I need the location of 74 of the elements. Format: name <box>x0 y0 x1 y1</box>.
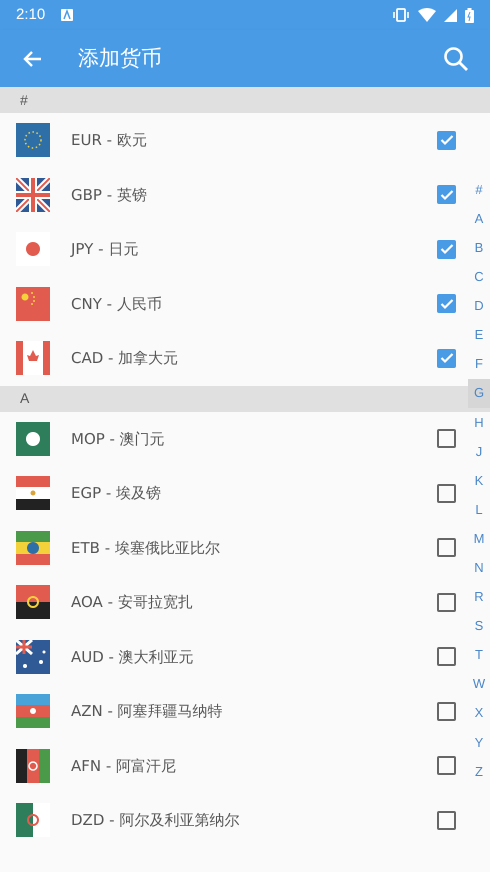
flag-icon <box>16 422 50 456</box>
index-letter[interactable]: K <box>468 466 490 496</box>
index-letter[interactable]: B <box>468 233 490 262</box>
flag-icon <box>16 640 50 674</box>
checkbox[interactable] <box>437 484 456 503</box>
index-letter[interactable]: X <box>468 698 490 728</box>
notification-icon <box>61 9 74 21</box>
index-letter[interactable]: H <box>468 408 490 437</box>
signal-icon <box>444 8 457 22</box>
checkmark-icon <box>440 134 454 146</box>
search-button[interactable] <box>442 44 470 72</box>
search-icon <box>443 46 469 72</box>
index-letter[interactable]: S <box>468 611 490 640</box>
index-letter[interactable]: C <box>468 262 490 292</box>
index-letter[interactable]: Y <box>468 728 490 757</box>
index-letter[interactable]: T <box>468 640 490 670</box>
checkmark-icon <box>440 188 454 201</box>
checkbox[interactable] <box>437 185 456 204</box>
flag-icon <box>16 748 50 783</box>
flag-icon <box>16 530 50 565</box>
index-letter[interactable]: M <box>468 524 490 554</box>
flag-icon <box>16 178 50 212</box>
index-letter[interactable]: N <box>468 553 490 582</box>
currency-label: AOA - 安哥拉宽扎 <box>71 592 193 613</box>
currency-label: ETB - 埃塞俄比亚比尔 <box>71 538 220 558</box>
currency-label: EGP - 埃及镑 <box>71 483 162 504</box>
back-arrow-icon <box>22 50 42 68</box>
index-letter[interactable]: W <box>468 670 490 699</box>
index-letter[interactable]: E <box>468 320 490 350</box>
battery-icon <box>465 8 474 22</box>
currency-label: AFN - 阿富汗尼 <box>71 756 176 776</box>
index-letter[interactable]: J <box>468 436 490 466</box>
currency-label: MOP - 澳门元 <box>71 428 165 450</box>
checkmark-icon <box>440 243 454 256</box>
checkbox[interactable] <box>437 702 456 721</box>
index-letter[interactable]: R <box>468 582 490 612</box>
vibrate-icon <box>392 8 410 22</box>
checkbox[interactable] <box>437 294 456 314</box>
currency-label: AUD - 澳大利亚元 <box>71 646 194 668</box>
wifi-icon <box>418 8 436 22</box>
index-letter[interactable]: # <box>468 175 490 204</box>
currency-label: GBP - 英镑 <box>71 184 147 206</box>
app-title: 添加货币 <box>78 44 162 72</box>
currency-label: DZD - 阿尔及利亚第纳尔 <box>71 810 240 831</box>
currency-label: EUR - 欧元 <box>71 130 147 151</box>
section-header: # <box>0 87 490 113</box>
index-letter[interactable]: D <box>468 291 490 320</box>
flag-icon <box>16 476 50 510</box>
flag-icon <box>16 694 50 728</box>
index-letter[interactable]: F <box>468 350 490 379</box>
checkbox[interactable] <box>437 538 456 558</box>
currency-label: CNY - 人民币 <box>71 294 162 314</box>
status-time: 2:10 <box>16 4 46 25</box>
currency-label: JPY - 日元 <box>71 239 138 260</box>
flag-icon <box>16 123 50 158</box>
flag-icon <box>16 341 50 376</box>
currency-label: AZN - 阿塞拜疆马纳特 <box>71 701 223 722</box>
checkbox[interactable] <box>437 647 456 666</box>
checkbox[interactable] <box>437 130 456 150</box>
index-letter[interactable]: A <box>468 204 490 234</box>
checkbox[interactable] <box>437 240 456 259</box>
checkbox[interactable] <box>437 756 456 776</box>
index-letter[interactable]: G <box>468 378 490 408</box>
currency-label: CAD - 加拿大元 <box>71 348 178 369</box>
flag-icon <box>16 286 50 321</box>
index-letter[interactable]: L <box>468 495 490 524</box>
checkbox[interactable] <box>437 348 456 368</box>
flag-icon <box>16 585 50 620</box>
checkmark-icon <box>440 298 454 310</box>
checkbox[interactable] <box>437 810 456 830</box>
checkbox[interactable] <box>437 592 456 612</box>
checkbox[interactable] <box>437 429 456 448</box>
index-letter[interactable]: Z <box>468 756 490 786</box>
checkmark-icon <box>440 352 454 364</box>
